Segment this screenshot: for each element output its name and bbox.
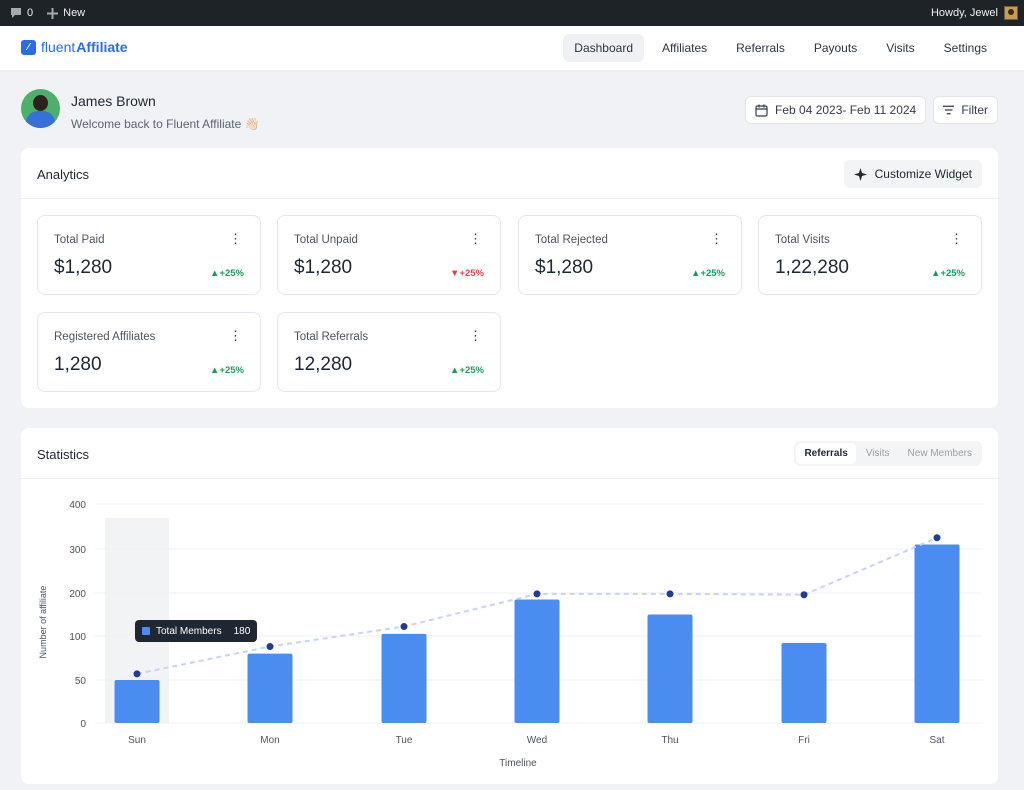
bar-mon [247, 653, 293, 723]
tooltip-swatch [142, 627, 150, 635]
y-axis-title: Number of affiliate [38, 586, 48, 659]
x-tick-label: Fri [798, 735, 810, 746]
bar-fri [781, 643, 827, 723]
x-tick-label: Wed [527, 735, 547, 746]
trend-point-wed [533, 590, 541, 598]
x-tick-label: Thu [661, 735, 678, 746]
trend-point-thu [666, 590, 674, 598]
y-tick-label: 200 [69, 589, 86, 600]
statistics-chart: 0 50 100 200 300 400 Sun Mon Tue Wed Thu Fri Sat Time… [38, 500, 983, 769]
bar-thu [647, 614, 693, 723]
y-tick-label: 400 [69, 500, 86, 511]
tooltip-label: Total Members [156, 625, 222, 637]
trend-point-sun [133, 670, 141, 678]
x-tick-label: Sat [929, 735, 944, 746]
trend-point-sat [933, 534, 941, 542]
y-tick-label: 50 [75, 676, 87, 687]
x-tick-label: Sun [128, 735, 146, 746]
trend-point-tue [400, 623, 408, 631]
chart-tooltip: Total Members 180 [135, 620, 258, 642]
bar-wed [514, 599, 560, 723]
y-tick-label: 0 [80, 719, 86, 730]
bar-sat [914, 544, 960, 723]
x-tick-label: Mon [260, 735, 279, 746]
x-tick-label: Tue [396, 735, 413, 746]
y-tick-label: 100 [69, 632, 86, 643]
bar-sun [114, 680, 160, 723]
bar-tue [381, 633, 427, 723]
tooltip-value: 180 [233, 625, 251, 637]
y-tick-label: 300 [69, 545, 86, 556]
trend-point-fri [800, 591, 808, 599]
trend-point-mon [266, 643, 274, 651]
x-axis-title: Timeline [499, 758, 537, 769]
